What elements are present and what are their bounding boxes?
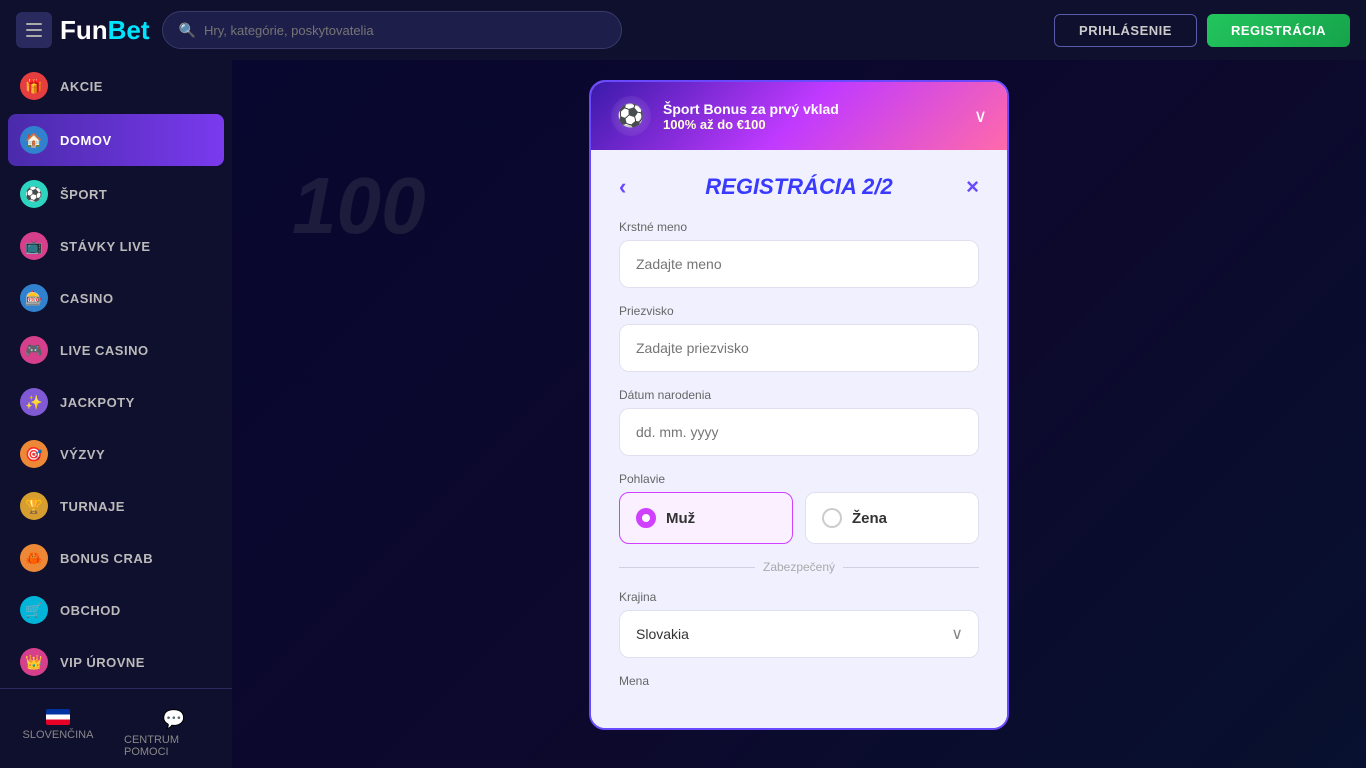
sidebar-item-jackpoty[interactable]: ✨ JACKPOTY: [0, 376, 232, 428]
registration-modal: ⚽ Šport Bonus za prvý vklad 100% až do €…: [589, 80, 1009, 730]
sidebar-item-label: JACKPOTY: [60, 395, 135, 410]
register-button[interactable]: REGISTRÁCIA: [1207, 14, 1350, 47]
security-text: Zabezpečený: [763, 560, 835, 574]
sidebar-item-label: CASINO: [60, 291, 114, 306]
sidebar-item-label: VIP ÚROVNE: [60, 655, 145, 670]
firstname-label: Krstné meno: [619, 220, 979, 234]
bonus-subtitle: 100% až do €100: [663, 117, 962, 132]
dob-group: Dátum narodenia: [619, 388, 979, 456]
currency-label: Mena: [619, 674, 979, 688]
sidebar-item-live-casino[interactable]: 🎮 LIVE CASINO: [0, 324, 232, 376]
firstname-input[interactable]: [619, 240, 979, 288]
gender-male-option[interactable]: Muž: [619, 492, 793, 544]
gender-group: Pohlavie Muž Žena: [619, 472, 979, 544]
sidebar-toggle-button[interactable]: [16, 12, 52, 48]
shop-icon: 🛒: [20, 596, 48, 624]
lastname-input[interactable]: [619, 324, 979, 372]
help-icon: 💬: [163, 709, 185, 730]
live-icon: 📺: [20, 232, 48, 260]
nav-right: PRIHLÁSENIE REGISTRÁCIA: [1054, 14, 1350, 47]
gift-icon: 🎁: [20, 72, 48, 100]
sidebar-item-label: OBCHOD: [60, 603, 121, 618]
search-input[interactable]: [204, 23, 605, 38]
language-label: SLOVENČINA: [23, 729, 94, 741]
lastname-label: Priezvisko: [619, 304, 979, 318]
gender-label: Pohlavie: [619, 472, 979, 486]
help-label: CENTRUM POMOCI: [124, 734, 224, 758]
firstname-group: Krstné meno: [619, 220, 979, 288]
sidebar: 🎁 AKCIE 🏠 DOMOV ⚽ ŠPORT 📺 STÁVKY LIVE 🎰 …: [0, 60, 232, 768]
logo: FunBet: [60, 15, 150, 46]
dob-label: Dátum narodenia: [619, 388, 979, 402]
search-bar[interactable]: 🔍: [162, 11, 622, 49]
modal-close-button[interactable]: ×: [966, 174, 979, 200]
sidebar-item-label: LIVE CASINO: [60, 343, 149, 358]
sport-icon: ⚽: [20, 180, 48, 208]
sidebar-item-label: AKCIE: [60, 79, 103, 94]
challenge-icon: 🎯: [20, 440, 48, 468]
modal-body: ‹ REGISTRÁCIA 2/2 × Krstné meno Priezvis…: [591, 150, 1007, 728]
modal-header: ‹ REGISTRÁCIA 2/2 ×: [619, 174, 979, 200]
bonus-chevron-icon: ∨: [974, 106, 987, 127]
sidebar-item-obchod[interactable]: 🛒 OBCHOD: [0, 584, 232, 636]
gender-male-label: Muž: [666, 510, 695, 527]
modal-title: REGISTRÁCIA 2/2: [705, 174, 892, 200]
security-line: Zabezpečený: [619, 560, 979, 574]
modal-back-button[interactable]: ‹: [619, 174, 626, 200]
logo-fun: Fun: [60, 15, 108, 45]
bonus-icon: ⚽: [611, 96, 651, 136]
bonus-banner[interactable]: ⚽ Šport Bonus za prvý vklad 100% až do €…: [591, 82, 1007, 150]
bonus-text: Šport Bonus za prvý vklad 100% až do €10…: [663, 101, 962, 132]
main-content: 100 ⚽ Šport Bonus za prvý vklad 100% až …: [232, 60, 1366, 768]
jackpot-icon: ✨: [20, 388, 48, 416]
login-button[interactable]: PRIHLÁSENIE: [1054, 14, 1197, 47]
tournament-icon: 🏆: [20, 492, 48, 520]
sidebar-bottom: SLOVENČINA 💬 CENTRUM POMOCI: [0, 688, 232, 768]
home-icon: 🏠: [20, 126, 48, 154]
modal-wrapper: ⚽ Šport Bonus za prvý vklad 100% až do €…: [232, 60, 1366, 768]
gender-female-option[interactable]: Žena: [805, 492, 979, 544]
sidebar-item-vip-urovne[interactable]: 👑 VIP ÚROVNE: [0, 636, 232, 688]
help-center[interactable]: 💬 CENTRUM POMOCI: [116, 701, 232, 766]
country-label: Krajina: [619, 590, 979, 604]
sidebar-item-label: TURNAJE: [60, 499, 125, 514]
main-layout: 🎁 AKCIE 🏠 DOMOV ⚽ ŠPORT 📺 STÁVKY LIVE 🎰 …: [0, 60, 1366, 768]
sidebar-item-vyzvy[interactable]: 🎯 VÝZVY: [0, 428, 232, 480]
sidebar-item-sport[interactable]: ⚽ ŠPORT: [0, 168, 232, 220]
radio-female-icon: [822, 508, 842, 528]
sidebar-item-label: VÝZVY: [60, 447, 105, 462]
search-icon: 🔍: [179, 22, 196, 39]
dob-input[interactable]: [619, 408, 979, 456]
sidebar-item-stavky-live[interactable]: 📺 STÁVKY LIVE: [0, 220, 232, 272]
casino-icon: 🎰: [20, 284, 48, 312]
sidebar-item-bonus-crab[interactable]: 🦀 BONUS CRAB: [0, 532, 232, 584]
sidebar-item-label: STÁVKY LIVE: [60, 239, 151, 254]
security-line-left: [619, 567, 755, 568]
topnav: FunBet 🔍 PRIHLÁSENIE REGISTRÁCIA: [0, 0, 1366, 60]
flag-icon: [46, 709, 70, 725]
currency-group: Mena: [619, 674, 979, 688]
country-select[interactable]: Slovakia: [619, 610, 979, 658]
sidebar-item-label: DOMOV: [60, 133, 112, 148]
vip-icon: 👑: [20, 648, 48, 676]
sidebar-item-casino[interactable]: 🎰 CASINO: [0, 272, 232, 324]
gender-female-label: Žena: [852, 510, 887, 527]
crab-icon: 🦀: [20, 544, 48, 572]
sidebar-item-label: ŠPORT: [60, 187, 107, 202]
live-casino-icon: 🎮: [20, 336, 48, 364]
country-group: Krajina Slovakia ∨: [619, 590, 979, 658]
language-selector[interactable]: SLOVENČINA: [0, 701, 116, 766]
radio-male-icon: [636, 508, 656, 528]
logo-area: FunBet: [16, 12, 150, 48]
security-line-right: [843, 567, 979, 568]
logo-bet: Bet: [108, 15, 150, 45]
lastname-group: Priezvisko: [619, 304, 979, 372]
bonus-title: Šport Bonus za prvý vklad: [663, 101, 962, 117]
sidebar-item-turnaje[interactable]: 🏆 TURNAJE: [0, 480, 232, 532]
sidebar-item-domov[interactable]: 🏠 DOMOV: [8, 114, 224, 166]
gender-options: Muž Žena: [619, 492, 979, 544]
sidebar-item-akcie[interactable]: 🎁 AKCIE: [0, 60, 232, 112]
sidebar-item-label: BONUS CRAB: [60, 551, 153, 566]
country-select-wrapper: Slovakia ∨: [619, 610, 979, 658]
